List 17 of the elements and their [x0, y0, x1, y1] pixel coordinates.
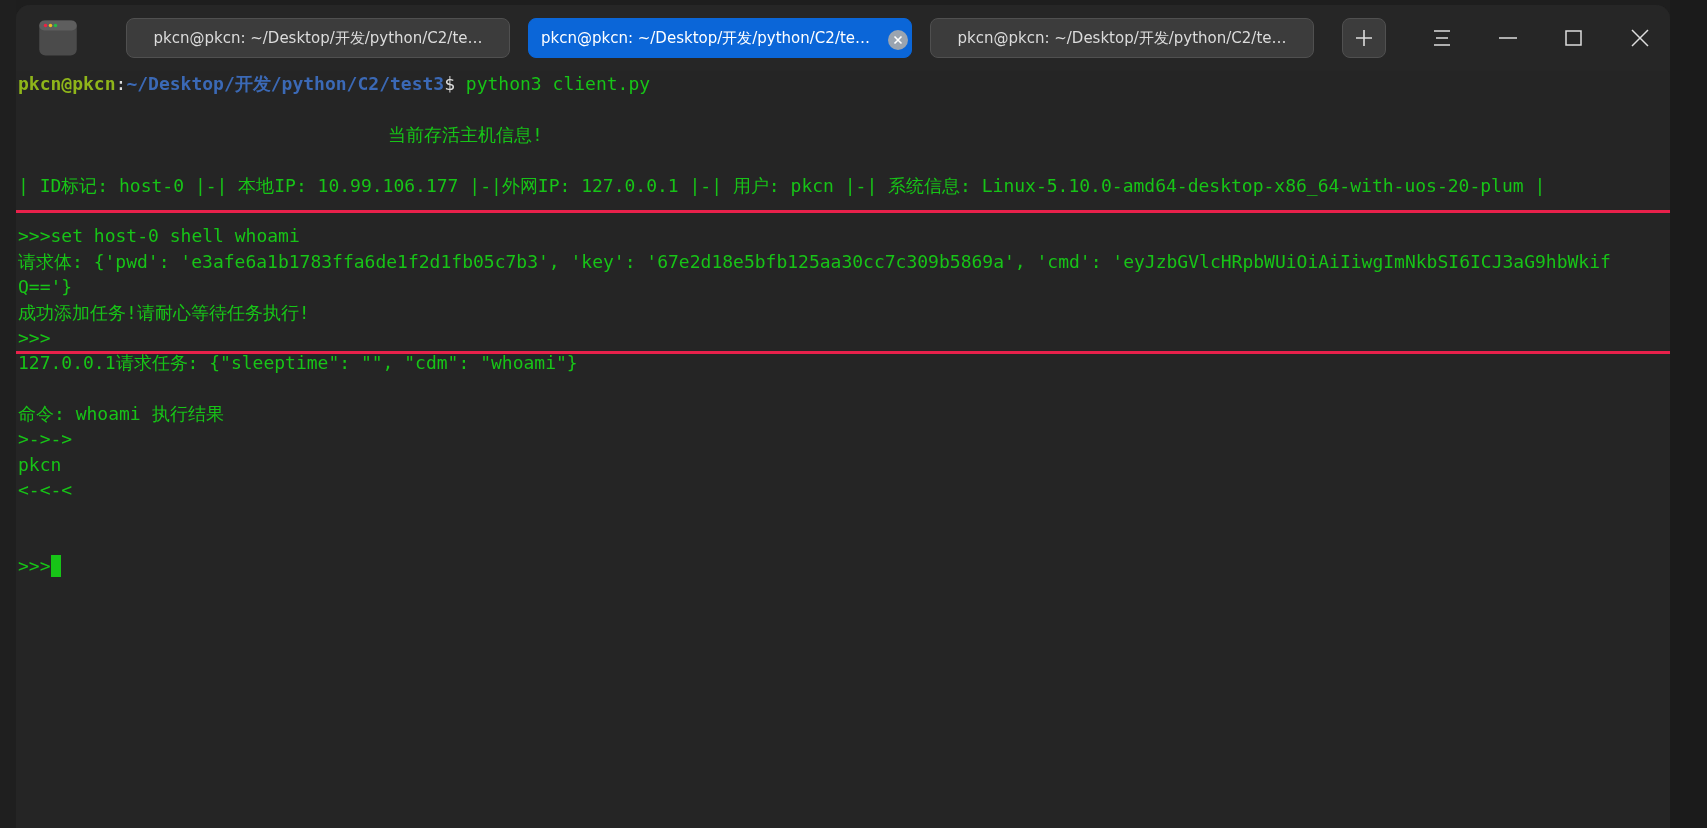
terminal-output-line: pkcn [18, 453, 62, 475]
terminal-output-line: 请求体: {'pwd': 'e3afe6a1b1783ffa6de1f2d1fb05c7b3', 'key': '67e2d18e5bfb125aa30cc7c309b5869a', 'cmd': 'eyJzbGVlcHRpbWUiOiAiIiwgImNkbSI6ICJ3aG9hbWkif [18, 250, 1611, 272]
terminal-input-prompt: >>> [18, 555, 51, 577]
terminal-output-line: 当前存活主机信息! [388, 123, 543, 145]
terminal-output-line: >>>set host-0 shell whoami [18, 225, 300, 247]
terminal-output-line: Q=='} [18, 276, 73, 298]
terminal-output-line: <-<-< [18, 479, 73, 501]
terminal-output-line: >>> [18, 326, 51, 348]
terminal-output-line: 成功添加任务!请耐心等待任务执行! [18, 301, 310, 323]
terminal-tab[interactable]: pkcn@pkcn: ~/Desktop/开发/python/C2/te… [126, 18, 510, 58]
terminal-output-line: >->-> [18, 428, 73, 450]
terminal-output-line: | ID标记: host-0 |-| 本地IP: 10.99.106.177 |-|外网IP: 127.0.0.1 |-| 用户: pkcn |-| 系统信息: Linux-5.10.0-amd64-desktop-x86_64-with-uos-20-plum | [18, 174, 1546, 196]
terminal-prompt: pkcn@pkcn:~/Desktop/开发/python/C2/test3$ python3 client.py [18, 73, 651, 94]
terminal-tab[interactable]: pkcn@pkcn: ~/Desktop/开发/python/C2/te… [930, 18, 1314, 58]
terminal-output-line: 命令: whoami 执行结果 [18, 403, 224, 425]
terminal-tab[interactable]: pkcn@pkcn: ~/Desktop/开发/python/C2/te… [528, 18, 912, 58]
terminal-output-line: 127.0.0.1请求任务: {"sleeptime": "", "cdm": "whoami"} [18, 352, 578, 374]
